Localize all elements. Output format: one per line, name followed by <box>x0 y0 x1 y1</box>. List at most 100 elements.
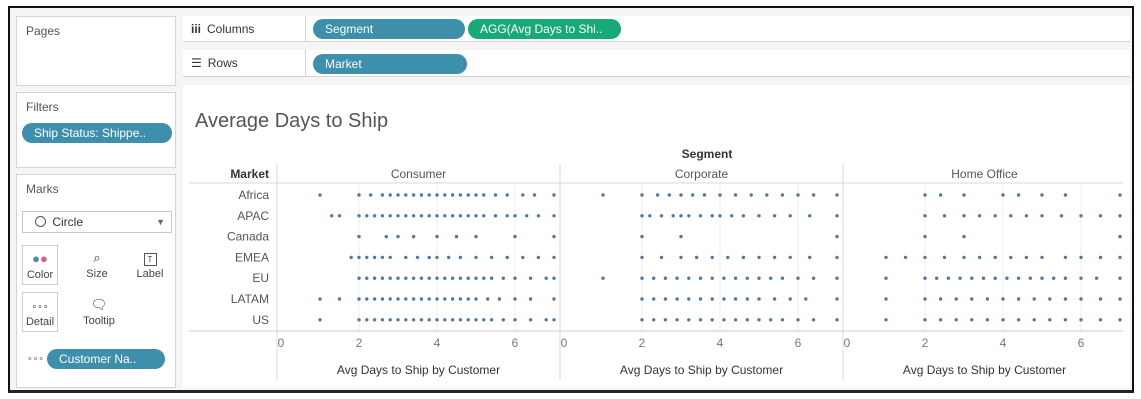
data-point <box>1063 297 1068 301</box>
color-button-label: Color <box>26 269 54 281</box>
data-point <box>1118 255 1122 260</box>
data-point <box>404 297 408 301</box>
rows-icon: ☰ <box>191 56 202 70</box>
data-point <box>694 255 699 260</box>
data-point <box>349 255 353 260</box>
data-point <box>1009 255 1013 260</box>
column-pill-avg-days[interactable]: AGG(Avg Days to Shi.. <box>468 19 621 39</box>
data-point <box>1063 276 1068 280</box>
row-label-latam: LATAM <box>231 292 269 306</box>
data-point <box>718 214 722 218</box>
data-point <box>938 193 943 197</box>
row-pill-market[interactable]: Market <box>313 54 467 74</box>
pages-panel: Pages <box>16 16 176 86</box>
detail-pill-customer-name[interactable]: Customer Na.. <box>47 349 165 369</box>
data-point <box>1016 276 1021 280</box>
data-point <box>505 214 509 218</box>
x-tick-label: 4 <box>434 336 441 350</box>
data-point <box>811 193 816 197</box>
view-canvas: Average Days to Ship Segment Market Consume… <box>183 85 1130 388</box>
data-point <box>1001 297 1005 301</box>
data-point <box>404 318 408 322</box>
data-point <box>1059 214 1064 218</box>
data-point <box>357 255 361 260</box>
data-point <box>938 297 943 301</box>
x-tick-label: 6 <box>795 336 802 350</box>
data-point <box>521 193 525 197</box>
data-point <box>544 276 548 280</box>
tooltip-button[interactable]: 🗨 Tooltip <box>79 292 119 332</box>
data-point <box>884 276 888 280</box>
data-point <box>388 214 392 218</box>
data-point <box>698 318 703 322</box>
data-point <box>365 297 369 301</box>
data-point <box>458 255 463 260</box>
color-button[interactable]: ●● Color <box>22 245 58 285</box>
data-point <box>1040 255 1044 260</box>
data-point <box>493 214 498 218</box>
x-tick-label: 4 <box>717 336 724 350</box>
data-point <box>528 276 533 280</box>
data-point <box>489 318 494 322</box>
data-point <box>380 276 385 280</box>
data-point <box>427 276 431 280</box>
size-button[interactable]: ⌕ Size <box>79 245 115 285</box>
data-point <box>411 214 416 218</box>
data-point <box>380 255 385 260</box>
data-point <box>435 255 439 260</box>
data-point <box>655 193 660 197</box>
data-point <box>749 193 753 197</box>
data-point <box>357 234 361 239</box>
label-icon: T <box>132 248 168 268</box>
data-point <box>474 214 478 218</box>
data-point <box>772 214 777 218</box>
data-point <box>1048 318 1052 322</box>
data-point <box>513 214 517 218</box>
data-point <box>938 318 943 322</box>
filter-pill-ship-status[interactable]: Ship Status: Shippe.. <box>22 123 172 143</box>
data-point <box>411 318 416 322</box>
detail-button[interactable]: ∘∘∘ Detail <box>22 292 58 332</box>
data-point <box>501 318 505 322</box>
data-point <box>1048 297 1052 301</box>
data-point <box>443 214 447 218</box>
columns-shelf-label: iii Columns <box>191 22 255 36</box>
data-point <box>1028 276 1032 280</box>
x-tick-label: 0 <box>561 336 568 350</box>
data-point <box>482 193 486 197</box>
data-point <box>652 318 656 322</box>
data-point <box>946 276 951 280</box>
data-point <box>765 193 769 197</box>
data-point <box>640 276 644 280</box>
data-point <box>679 255 683 260</box>
data-point <box>977 214 982 218</box>
data-point <box>497 297 502 301</box>
data-point <box>365 318 369 322</box>
data-point <box>482 318 486 322</box>
data-point <box>648 214 652 218</box>
data-point <box>1098 297 1103 301</box>
data-point <box>811 276 816 280</box>
x-tick-label: 6 <box>1078 336 1085 350</box>
data-point <box>942 214 947 218</box>
data-point <box>380 318 385 322</box>
column-pill-segment[interactable]: Segment <box>313 19 465 39</box>
data-point <box>466 297 470 301</box>
data-point <box>726 255 730 260</box>
data-point <box>411 193 416 197</box>
data-point <box>447 255 451 260</box>
data-point <box>835 214 839 218</box>
data-point <box>419 214 424 218</box>
mark-type-dropdown[interactable]: Circle ▼ <box>22 211 172 233</box>
data-point <box>722 297 726 301</box>
label-button[interactable]: T Label <box>132 245 168 285</box>
data-point <box>977 255 982 260</box>
data-point <box>884 318 888 322</box>
data-point <box>404 214 408 218</box>
data-point <box>486 297 490 301</box>
columns-shelf: iii Columns Segment AGG(Avg Days to Shi.. <box>183 16 1130 42</box>
x-axis-title: Avg Days to Ship by Customer <box>903 363 1066 377</box>
data-point <box>489 276 494 280</box>
data-point <box>450 297 455 301</box>
data-point <box>710 318 714 322</box>
